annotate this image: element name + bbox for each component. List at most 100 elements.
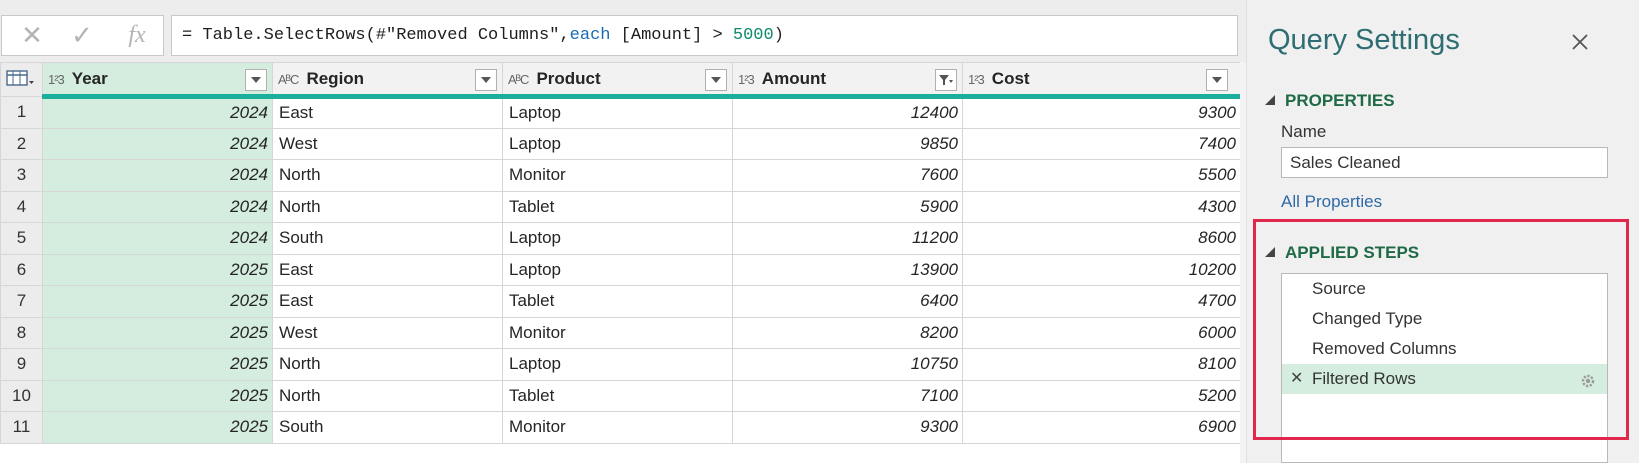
column-dropdown-icon[interactable] bbox=[475, 69, 497, 91]
close-icon[interactable] bbox=[1571, 33, 1589, 56]
cell-year[interactable]: 2025 bbox=[42, 379, 273, 412]
row-number[interactable]: 8 bbox=[0, 316, 43, 349]
cell-region[interactable]: North bbox=[272, 159, 503, 192]
cell-product[interactable]: Monitor bbox=[502, 159, 733, 192]
whole-number-type-icon[interactable]: 1²3 bbox=[968, 72, 985, 87]
table-row[interactable]: 6 2025 East Laptop 13900 10200 bbox=[0, 253, 1240, 286]
cell-cost[interactable]: 7400 bbox=[962, 127, 1240, 160]
step-filtered-rows[interactable]: ✕ Filtered Rows bbox=[1282, 364, 1607, 394]
filter-applied-icon[interactable] bbox=[935, 69, 957, 91]
cell-product[interactable]: Tablet bbox=[502, 190, 733, 223]
row-number[interactable]: 10 bbox=[0, 379, 43, 412]
cell-product[interactable]: Monitor bbox=[502, 316, 733, 349]
cell-cost[interactable]: 8600 bbox=[962, 222, 1240, 255]
row-number[interactable]: 9 bbox=[0, 348, 43, 381]
cell-year[interactable]: 2024 bbox=[42, 96, 273, 129]
column-dropdown-icon[interactable] bbox=[705, 69, 727, 91]
cell-region[interactable]: North bbox=[272, 348, 503, 381]
cell-product[interactable]: Tablet bbox=[502, 285, 733, 318]
cell-year[interactable]: 2025 bbox=[42, 285, 273, 318]
step-source[interactable]: Source bbox=[1282, 274, 1607, 304]
cell-region[interactable]: North bbox=[272, 379, 503, 412]
cell-product[interactable]: Laptop bbox=[502, 127, 733, 160]
table-row[interactable]: 3 2024 North Monitor 7600 5500 bbox=[0, 159, 1240, 192]
row-number[interactable]: 6 bbox=[0, 253, 43, 286]
cell-region[interactable]: South bbox=[272, 222, 503, 255]
column-header-cost[interactable]: 1²3 Cost bbox=[962, 62, 1240, 99]
cell-cost[interactable]: 5500 bbox=[962, 159, 1240, 192]
cell-product[interactable]: Laptop bbox=[502, 348, 733, 381]
cell-amount[interactable]: 13900 bbox=[732, 253, 963, 286]
column-dropdown-icon[interactable] bbox=[245, 69, 267, 91]
commit-formula-icon[interactable]: ✓ bbox=[62, 20, 102, 50]
cell-amount[interactable]: 9300 bbox=[732, 411, 963, 444]
text-type-icon[interactable]: AᴮC bbox=[508, 72, 529, 87]
column-header-year[interactable]: 1²3 Year bbox=[42, 62, 273, 99]
delete-step-icon[interactable]: ✕ bbox=[1290, 364, 1303, 394]
column-header-product[interactable]: AᴮC Product bbox=[502, 62, 733, 99]
cell-cost[interactable]: 5200 bbox=[962, 379, 1240, 412]
cell-amount[interactable]: 10750 bbox=[732, 348, 963, 381]
table-row[interactable]: 1 2024 East Laptop 12400 9300 bbox=[0, 96, 1240, 129]
cell-region[interactable]: South bbox=[272, 411, 503, 444]
row-number[interactable]: 1 bbox=[0, 96, 43, 129]
cell-region[interactable]: East bbox=[272, 253, 503, 286]
query-name-input[interactable] bbox=[1281, 147, 1608, 178]
table-row[interactable]: 8 2025 West Monitor 8200 6000 bbox=[0, 316, 1240, 349]
table-row[interactable]: 10 2025 North Tablet 7100 5200 bbox=[0, 379, 1240, 412]
cell-amount[interactable]: 11200 bbox=[732, 222, 963, 255]
cell-year[interactable]: 2024 bbox=[42, 190, 273, 223]
cell-year[interactable]: 2024 bbox=[42, 159, 273, 192]
cell-product[interactable]: Tablet bbox=[502, 379, 733, 412]
row-number[interactable]: 4 bbox=[0, 190, 43, 223]
step-changed-type[interactable]: Changed Type bbox=[1282, 304, 1607, 334]
cell-year[interactable]: 2025 bbox=[42, 411, 273, 444]
cell-year[interactable]: 2024 bbox=[42, 222, 273, 255]
cell-cost[interactable]: 9300 bbox=[962, 96, 1240, 129]
cell-year[interactable]: 2025 bbox=[42, 316, 273, 349]
formula-input[interactable]: = Table.SelectRows(#"Removed Columns",ea… bbox=[171, 15, 1238, 89]
cell-amount[interactable]: 12400 bbox=[732, 96, 963, 129]
cell-amount[interactable]: 9850 bbox=[732, 127, 963, 160]
table-row[interactable]: 11 2025 South Monitor 9300 6900 bbox=[0, 411, 1240, 444]
row-number[interactable]: 3 bbox=[0, 159, 43, 192]
cell-product[interactable]: Laptop bbox=[502, 222, 733, 255]
cell-region[interactable]: East bbox=[272, 285, 503, 318]
cell-region[interactable]: West bbox=[272, 127, 503, 160]
cell-year[interactable]: 2024 bbox=[42, 127, 273, 160]
column-header-region[interactable]: AᴮC Region bbox=[272, 62, 503, 99]
cell-product[interactable]: Laptop bbox=[502, 253, 733, 286]
cell-cost[interactable]: 8100 bbox=[962, 348, 1240, 381]
cell-amount[interactable]: 8200 bbox=[732, 316, 963, 349]
cell-cost[interactable]: 4700 bbox=[962, 285, 1240, 318]
whole-number-type-icon[interactable]: 1²3 bbox=[48, 72, 65, 87]
cell-region[interactable]: East bbox=[272, 96, 503, 129]
cell-cost[interactable]: 4300 bbox=[962, 190, 1240, 223]
cell-year[interactable]: 2025 bbox=[42, 253, 273, 286]
collapse-triangle-icon[interactable] bbox=[1265, 247, 1275, 257]
table-row[interactable]: 2 2024 West Laptop 9850 7400 bbox=[0, 127, 1240, 160]
table-row[interactable]: 4 2024 North Tablet 5900 4300 bbox=[0, 190, 1240, 223]
row-number[interactable]: 2 bbox=[0, 127, 43, 160]
cell-year[interactable]: 2025 bbox=[42, 348, 273, 381]
table-menu-button[interactable] bbox=[0, 62, 43, 97]
whole-number-type-icon[interactable]: 1²3 bbox=[738, 72, 755, 87]
table-row[interactable]: 5 2024 South Laptop 11200 8600 bbox=[0, 222, 1240, 255]
fx-icon[interactable]: fx bbox=[117, 21, 157, 49]
step-removed-columns[interactable]: Removed Columns bbox=[1282, 334, 1607, 364]
collapse-triangle-icon[interactable] bbox=[1265, 95, 1275, 105]
row-number[interactable]: 11 bbox=[0, 411, 43, 444]
properties-section-header[interactable]: PROPERTIES bbox=[1265, 91, 1395, 111]
cell-cost[interactable]: 10200 bbox=[962, 253, 1240, 286]
cell-region[interactable]: North bbox=[272, 190, 503, 223]
cell-product[interactable]: Monitor bbox=[502, 411, 733, 444]
table-row[interactable]: 9 2025 North Laptop 10750 8100 bbox=[0, 348, 1240, 381]
table-row[interactable]: 7 2025 East Tablet 6400 4700 bbox=[0, 285, 1240, 318]
cell-cost[interactable]: 6900 bbox=[962, 411, 1240, 444]
cell-amount[interactable]: 5900 bbox=[732, 190, 963, 223]
cell-amount[interactable]: 7600 bbox=[732, 159, 963, 192]
gear-icon[interactable] bbox=[1579, 370, 1597, 400]
row-number[interactable]: 5 bbox=[0, 222, 43, 255]
applied-steps-section-header[interactable]: APPLIED STEPS bbox=[1265, 243, 1419, 263]
column-dropdown-icon[interactable] bbox=[1206, 69, 1228, 91]
